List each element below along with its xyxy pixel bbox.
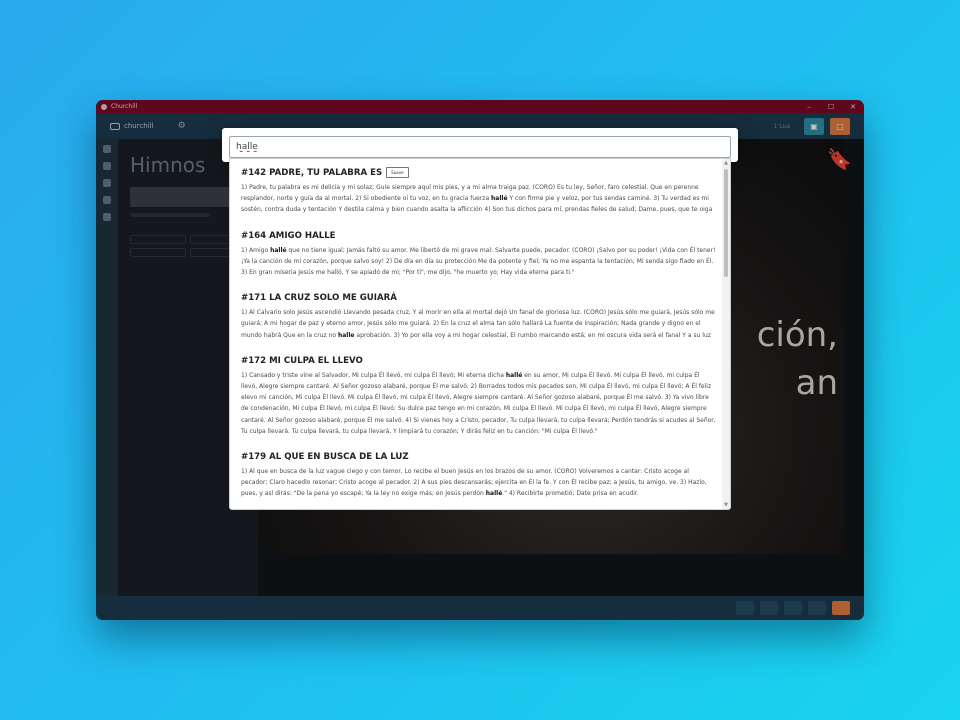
hymn-title: #142 PADRE, TU PALABRA ES Suave	[241, 167, 716, 178]
search-results: #142 PADRE, TU PALABRA ES Suave 1) Padre…	[229, 158, 731, 510]
scrollbar-thumb[interactable]	[724, 169, 728, 277]
hymn-excerpt: 1) Amigo hallé que no tiene igual; Jamás…	[241, 246, 716, 276]
match-highlight: hallé	[485, 490, 503, 498]
scroll-down-icon[interactable]: ▼	[722, 501, 730, 509]
scroll-up-icon[interactable]: ▲	[722, 159, 730, 167]
hymn-title: #164 AMIGO HALLE	[241, 230, 336, 241]
results-list: #142 PADRE, TU PALABRA ES Suave 1) Padre…	[230, 159, 722, 509]
list-item[interactable]: #171 LA CRUZ SOLO ME GUIARÁ 1) Al Calvar…	[241, 293, 716, 341]
hymn-excerpt: 1) Padre, tu palabra es mi delicia y mi …	[241, 184, 713, 214]
search-input[interactable]	[229, 136, 731, 158]
list-item[interactable]: #142 PADRE, TU PALABRA ES Suave 1) Padre…	[241, 167, 716, 216]
hymn-excerpt: 1) Cansado y triste vine al Salvador, Mi…	[241, 371, 716, 435]
match-highlight: halle	[337, 331, 355, 339]
hymn-title: #172 MI CULPA EL LLEVO	[241, 355, 363, 366]
hymn-search-modal	[222, 128, 738, 162]
hymn-excerpt: 1) Al que en busca de la luz vague ciego…	[241, 467, 707, 498]
hymn-title: #171 LA CRUZ SOLO ME GUIARÁ	[241, 293, 397, 304]
match-highlight: hallé	[270, 246, 287, 254]
tempo-badge: Suave	[386, 167, 409, 178]
list-item[interactable]: #164 AMIGO HALLE 1) Amigo hallé que no t…	[241, 231, 716, 279]
list-item[interactable]: #172 MI CULPA EL LLEVO 1) Cansado y tris…	[241, 356, 716, 437]
results-scrollbar[interactable]: ▲ ▼	[722, 159, 730, 509]
list-item[interactable]: #179 AL QUE EN BUSCA DE LA LUZ 1) Al que…	[241, 451, 716, 509]
match-highlight: hallé	[491, 195, 508, 203]
hymn-title: #179 AL QUE EN BUSCA DE LA LUZ	[241, 451, 409, 462]
hymn-excerpt: 1) Al Calvario solo Jesús ascendió Lleva…	[241, 309, 715, 339]
match-highlight: hallé	[505, 371, 523, 379]
